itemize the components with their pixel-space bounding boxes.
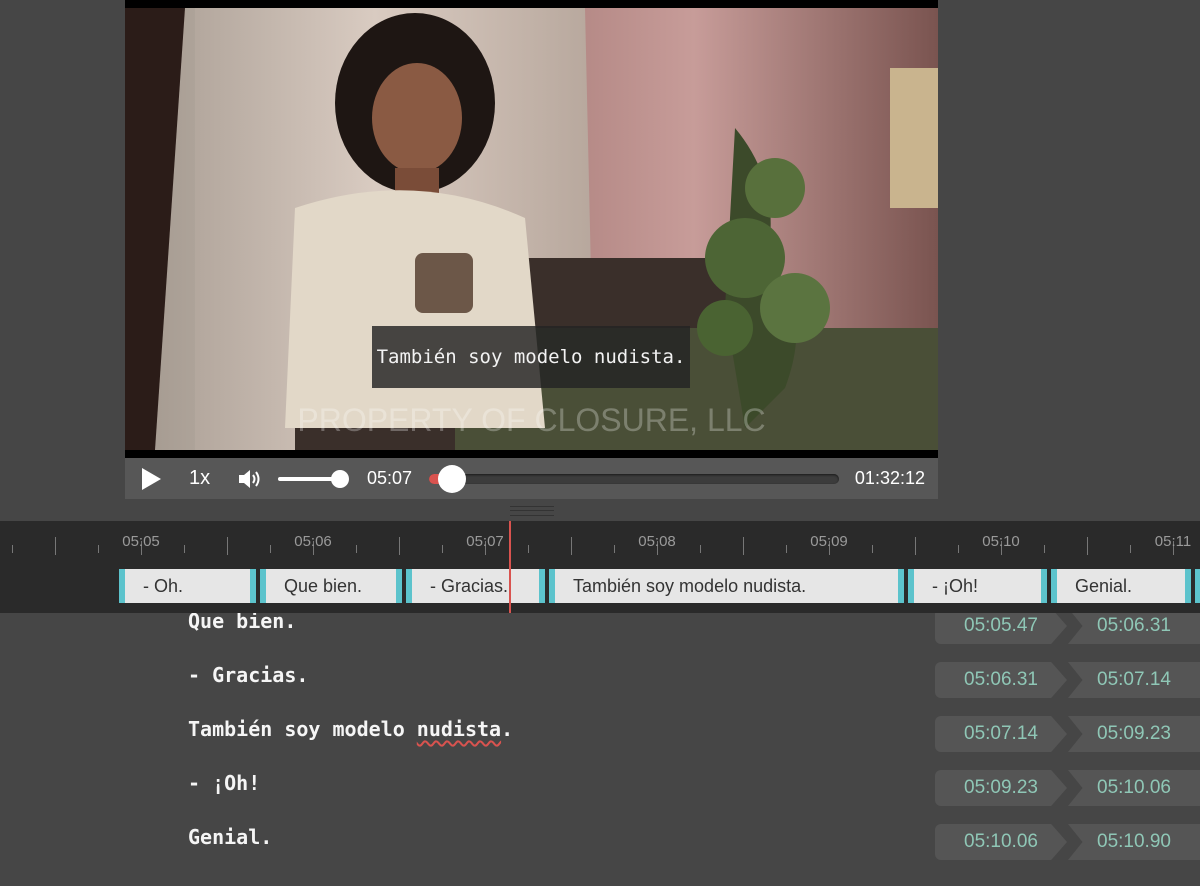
total-duration: 01:32:12: [854, 468, 925, 488]
watermark: PROPERTY OF CLOSURE, LLC: [297, 402, 766, 438]
start-time-field[interactable]: 05:09.23: [935, 770, 1067, 806]
spellcheck-error[interactable]: nudista: [417, 717, 501, 741]
subtitle-text[interactable]: Genial.: [188, 817, 272, 857]
ruler-tick: [958, 545, 959, 553]
subtitle-cue[interactable]: También soy modelo nudista.: [549, 569, 904, 603]
subtitle-cue[interactable]: - Gracias.: [406, 569, 545, 603]
subtitle-cue[interactable]: Genial.: [1051, 569, 1191, 603]
subtitle-text[interactable]: Que bien.: [188, 613, 296, 641]
subtitle-cue[interactable]: - ¡Oh!: [908, 569, 1047, 603]
ruler-tick: [1044, 545, 1045, 553]
ruler-tick: [442, 545, 443, 553]
ruler-tick: [1130, 545, 1131, 553]
start-time-field[interactable]: 05:05.47: [935, 613, 1067, 644]
ruler-tick: [98, 545, 99, 553]
subtitle-text[interactable]: También soy modelo nudista.: [188, 709, 513, 749]
subtitle-cue[interactable]: Que bien.: [260, 569, 402, 603]
subtitle-row[interactable]: También soy modelo nudista. 05:07.14 05:09…: [0, 712, 1200, 766]
ruler-tick: [184, 545, 185, 553]
start-time-field[interactable]: 05:07.14: [935, 716, 1067, 752]
video-player[interactable]: También soy modelo nudista. PROPERTY OF …: [125, 0, 938, 458]
end-time-field[interactable]: 05:10.90: [1068, 824, 1200, 860]
ruler-tick: [700, 545, 701, 553]
ruler-tick: [872, 545, 873, 553]
ruler-tick: [356, 545, 357, 553]
playhead[interactable]: [509, 521, 511, 613]
ruler-tick-label: 05:08: [638, 533, 676, 550]
video-subtitle-overlay: También soy modelo nudista.: [372, 326, 690, 388]
ruler-tick: [55, 537, 56, 555]
ruler-tick: [743, 537, 744, 555]
subtitle-text[interactable]: - ¡Oh!: [188, 763, 260, 803]
end-time-field[interactable]: 05:09.23: [1068, 716, 1200, 752]
end-time-field[interactable]: 05:07.14: [1068, 662, 1200, 698]
ruler-tick-label: 05:11: [1154, 533, 1192, 550]
ruler-tick-label: 05:10: [982, 533, 1020, 550]
ruler-tick-label: 05:07: [466, 533, 504, 550]
ruler-tick-label: 05:09: [810, 533, 848, 550]
ruler-tick: [399, 537, 400, 555]
ruler-tick: [528, 545, 529, 553]
subtitle-text[interactable]: - Gracias.: [188, 655, 308, 695]
ruler-tick: [1087, 537, 1088, 555]
play-icon[interactable]: [139, 467, 163, 491]
playback-speed-button[interactable]: 1x: [189, 467, 210, 490]
current-time: 05:07: [367, 468, 413, 488]
start-time-field[interactable]: 05:10.06: [935, 824, 1067, 860]
subtitle-row[interactable]: - ¡Oh! 05:09.23 05:10.06: [0, 766, 1200, 820]
ruler-tick: [786, 545, 787, 553]
subtitle-cue[interactable]: - Oh.: [119, 569, 256, 603]
ruler-tick-label: 05:05: [122, 533, 160, 550]
subtitle-cue[interactable]: ¿P: [1195, 569, 1200, 603]
subtitle-row[interactable]: Que bien. 05:05.47 05:06.31: [0, 613, 1200, 658]
seek-bar[interactable]: [429, 474, 839, 484]
panel-resize-splitter[interactable]: [0, 499, 1200, 521]
ruler-tick: [571, 537, 572, 555]
ruler-tick: [614, 545, 615, 553]
time-ruler: 05:05 05:06 05:07 05:08 05:09 05:10 05:11: [0, 521, 1200, 561]
ruler-tick: [270, 545, 271, 553]
seek-bar-handle[interactable]: [438, 465, 466, 493]
ruler-tick: [12, 545, 13, 553]
player-controls: 1x 05:07 01:32:12: [125, 458, 938, 499]
ruler-tick-label: 05:06: [294, 533, 332, 550]
ruler-tick: [915, 537, 916, 555]
subtitle-row[interactable]: - Gracias. 05:06.31 05:07.14: [0, 658, 1200, 712]
drag-handle-icon[interactable]: [510, 506, 554, 516]
volume-icon[interactable]: [237, 467, 263, 491]
end-time-field[interactable]: 05:10.06: [1068, 770, 1200, 806]
subtitle-list: Que bien. 05:05.47 05:06.31- Gracias. 05:06…: [0, 613, 1200, 886]
ruler-tick: [227, 537, 228, 555]
end-time-field[interactable]: 05:06.31: [1068, 613, 1200, 644]
subtitle-row[interactable]: Genial. 05:10.06 05:10.90: [0, 820, 1200, 874]
subtitle-cue-track: - Oh. Que bien. - Gracias. También soy mode…: [0, 567, 1200, 607]
volume-slider-handle[interactable]: [331, 470, 349, 488]
start-time-field[interactable]: 05:06.31: [935, 662, 1067, 698]
timeline[interactable]: 05:05 05:06 05:07 05:08 05:09 05:10 05:11 - Oh…: [0, 521, 1200, 613]
